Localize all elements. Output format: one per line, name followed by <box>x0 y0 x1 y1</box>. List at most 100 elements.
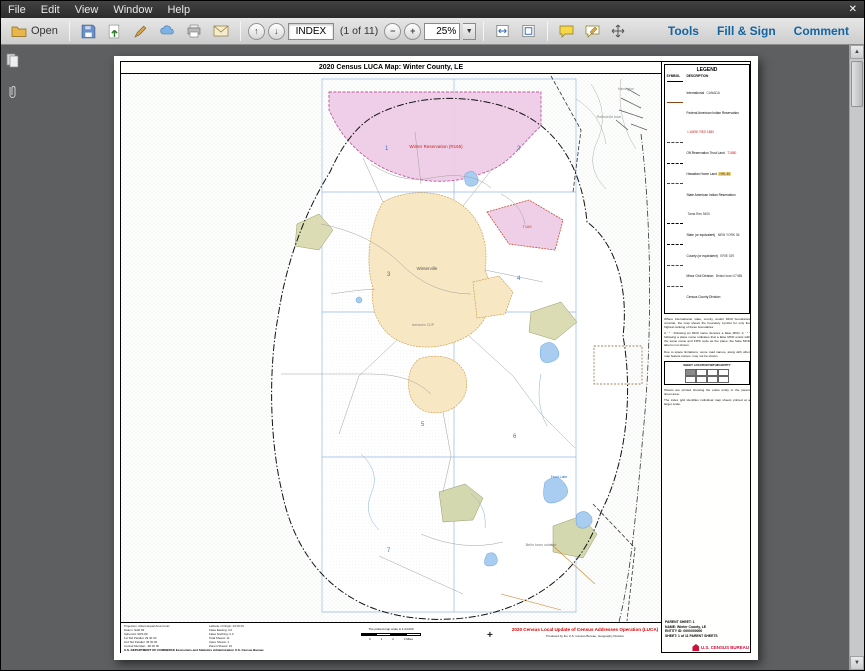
fit-width-icon <box>495 24 510 38</box>
folder-icon <box>11 25 27 37</box>
scale-bar-group: The plotted map scale is 1:24,000 0124 M… <box>326 627 456 641</box>
legend-row: Minor Civil DivisionBristol town 07485 <box>667 263 748 282</box>
sheet-info-block: PARENT SHEET: 1NAME: Winter County, LEEN… <box>665 620 749 639</box>
page-count-label: (1 of 11) <box>337 25 381 37</box>
vertical-scrollbar[interactable]: ▲ ▼ <box>849 45 864 670</box>
menu-item[interactable]: Window <box>113 4 152 16</box>
map-label: Winterville <box>417 266 438 271</box>
legend-label: County (or equivalent) <box>687 254 718 258</box>
save-icon <box>81 24 96 39</box>
zoom-out-button[interactable]: − <box>384 23 401 40</box>
census-logo-mark <box>692 644 699 651</box>
menu-item[interactable]: View <box>75 4 99 16</box>
legend-description-header: DESCRIPTION <box>687 74 709 78</box>
legend-row: State American Indian ReservationTama Re… <box>667 182 748 220</box>
map-label: Bello town outside <box>526 543 557 547</box>
menu-item[interactable]: Help <box>167 4 190 16</box>
zoom-dropdown-button[interactable]: ▼ <box>463 23 476 40</box>
pan-button[interactable] <box>607 21 629 41</box>
scroll-up-icon[interactable]: ▲ <box>850 45 864 59</box>
legend-row: State (or equivalent)NEW YORK 36 <box>667 222 748 241</box>
export-button[interactable] <box>103 21 126 42</box>
legend-symbol <box>667 140 685 143</box>
legend-example: Bristol town 07485 <box>715 274 743 278</box>
legend-symbol <box>667 222 685 225</box>
speech-bubble-pen-icon <box>585 25 600 38</box>
legend-note: A ' ° ' following an MCD name denotes a … <box>664 331 750 347</box>
legend-symbol-header: SYMBOL <box>667 74 687 78</box>
sheet-location-grid <box>667 369 748 383</box>
speech-bubble-icon <box>559 25 574 38</box>
zoom-in-button[interactable]: + <box>404 23 421 40</box>
legend-example: T1880 <box>726 151 737 155</box>
attachments-paperclip-icon[interactable] <box>6 85 18 106</box>
scrollbar-thumb[interactable] <box>851 61 863 107</box>
print-button[interactable] <box>182 21 206 41</box>
highlight-comment-button[interactable] <box>581 22 604 41</box>
legend-header: SYMBOL DESCRIPTION <box>667 74 748 78</box>
toolbar-separator <box>483 21 484 41</box>
toolbar-separator <box>547 21 548 41</box>
previous-page-button[interactable]: ↑ <box>248 23 265 40</box>
legend-symbol <box>667 161 685 164</box>
scale-note: The plotted map scale is 1:24,000 <box>326 627 456 631</box>
legend-box: LEGEND SYMBOL DESCRIPTION InternationalC… <box>664 64 750 314</box>
sign-button[interactable] <box>129 21 152 42</box>
open-button[interactable]: Open <box>7 22 62 40</box>
legend-label: Census County Division <box>687 295 721 299</box>
legend-label: Off-Reservation Trust Land <box>687 151 725 155</box>
sheet-location-title: SHEET LOCATION WITHIN ENTITY <box>667 363 748 367</box>
save-button[interactable] <box>77 21 100 42</box>
menu-item[interactable]: Edit <box>41 4 60 16</box>
legend-symbol <box>667 182 685 185</box>
legend-example: HHL 40 <box>718 172 731 176</box>
menu-item[interactable]: File <box>8 4 26 16</box>
legend-label: Minor Civil Division <box>687 274 714 278</box>
printer-icon <box>186 24 202 38</box>
census-bureau-logo: U.S. CENSUS BUREAU <box>692 644 749 651</box>
legend-row: County (or equivalent)ERIE 029 <box>667 243 748 262</box>
zoom-level-value[interactable]: 25% <box>424 23 460 40</box>
next-page-button[interactable]: ↓ <box>268 23 285 40</box>
move-arrows-icon <box>611 24 625 38</box>
scroll-down-icon[interactable]: ▼ <box>850 656 864 670</box>
scale-label: 1 <box>381 637 383 641</box>
legend-note: Due to space limitations, some road name… <box>664 350 750 358</box>
sticky-note-button[interactable] <box>555 22 578 41</box>
legend-label: State (or equivalent) <box>687 233 716 237</box>
email-button[interactable] <box>209 22 233 40</box>
pdf-page: 2020 Census LUCA Map: Winter County, LE <box>114 56 758 660</box>
pen-icon <box>133 24 148 39</box>
plus-icon: + <box>410 27 415 36</box>
toolbar-separator <box>240 21 241 41</box>
map-title: 2020 Census LUCA Map: Winter County, LE <box>121 62 661 74</box>
legend-row: Off-Reservation Trust LandT1880 <box>667 140 748 159</box>
fit-page-button[interactable] <box>517 21 540 41</box>
department-line: U.S. DEPARTMENT OF COMMERCE Economics an… <box>124 648 264 652</box>
legend-symbol <box>667 263 685 266</box>
sheet-location-box: SHEET LOCATION WITHIN ENTITY <box>664 361 750 386</box>
panel-link[interactable]: Fill & Sign <box>708 24 785 38</box>
legend-row: Hawaiian Home LandHHL 40 <box>667 161 748 180</box>
registration-cross-icon: + <box>487 630 493 641</box>
cloud-button[interactable] <box>155 21 179 41</box>
page-number-input[interactable] <box>288 23 334 40</box>
fit-page-icon <box>521 24 536 38</box>
page-thumbnails-icon[interactable] <box>6 53 19 73</box>
close-icon[interactable]: ✕ <box>849 4 857 15</box>
map-sheet-border: 2020 Census LUCA Map: Winter County, LE <box>120 61 751 653</box>
scale-label: 0 <box>369 637 371 641</box>
arrow-up-icon: ↑ <box>254 27 259 36</box>
sheet-info-line: SHEET: 1 of 11 PARENT SHEETS <box>665 634 749 639</box>
panel-link[interactable]: Tools <box>659 24 708 38</box>
legend-symbol <box>667 243 685 246</box>
map-label: Rothschild town <box>597 115 622 119</box>
legend-label: State American Indian Reservation <box>687 193 736 197</box>
fit-width-button[interactable] <box>491 21 514 41</box>
panel-link[interactable]: Comment <box>785 24 858 38</box>
minus-icon: − <box>390 27 395 36</box>
map-label: Winter Reservation (R165) <box>409 144 463 149</box>
toolbar-separator <box>69 21 70 41</box>
map-canvas: Winter Reservation (R165)T165HarringtonR… <box>121 74 661 622</box>
legend-example: ERIE 029 <box>719 254 735 258</box>
